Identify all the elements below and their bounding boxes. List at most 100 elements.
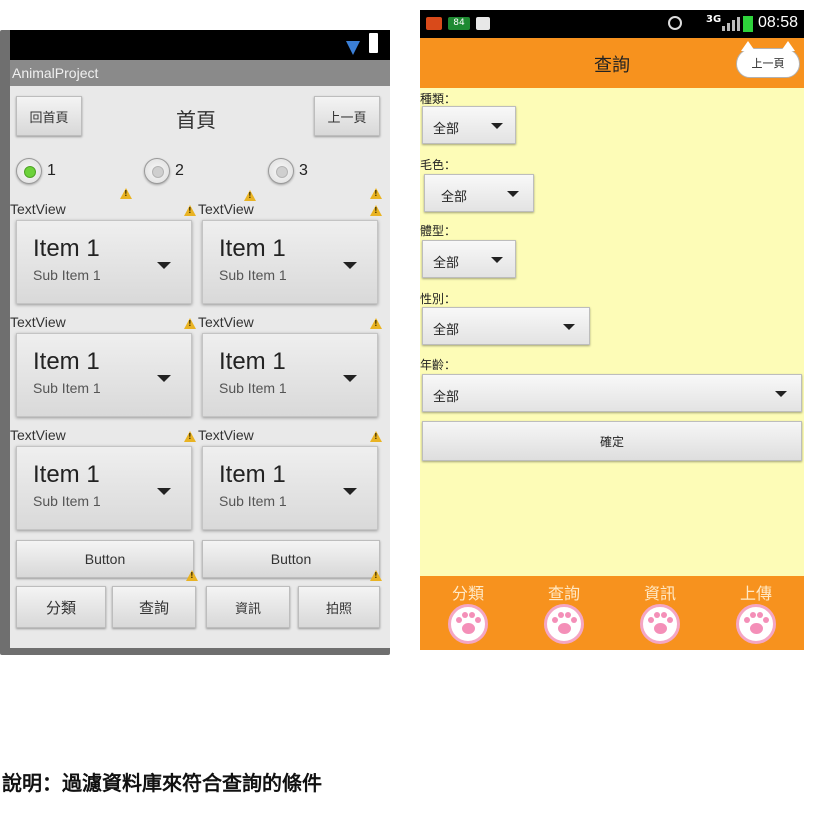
signal-bar — [727, 23, 730, 31]
tab-info[interactable]: 資訊 — [206, 586, 290, 628]
generic-button-right[interactable]: Button — [202, 540, 380, 578]
back-button[interactable]: 上一頁 — [314, 96, 380, 136]
select-value: 全部 — [433, 323, 460, 338]
paw-toe — [763, 617, 769, 623]
bottom-nav: 分類 查詢 資訊 上傳 — [420, 576, 804, 650]
back-button[interactable]: 上一頁 — [736, 41, 800, 78]
select-value: 全部 — [433, 390, 460, 405]
network-type: 3G — [706, 14, 722, 25]
radio-label: 1 — [47, 162, 56, 179]
dropdown-arrow-icon — [507, 191, 519, 197]
paw-pad — [462, 623, 475, 634]
paw-toe — [475, 617, 481, 623]
paw-toe — [462, 612, 468, 618]
spinner-item-text: Item 1 — [33, 348, 100, 375]
textview-label: TextView — [198, 314, 254, 330]
warning-icon — [370, 205, 382, 216]
filter-label-size: 體型： — [420, 224, 457, 238]
spinner-item-text: Item 1 — [219, 461, 286, 488]
dropdown-arrow-icon — [775, 391, 787, 397]
radio-option-1[interactable]: 1 — [16, 158, 56, 184]
generic-button-left[interactable]: Button — [16, 540, 194, 578]
select-value: 全部 — [433, 256, 460, 271]
dropdown-arrow-icon — [563, 324, 575, 330]
spinner-subitem-text: Sub Item 1 — [33, 493, 101, 509]
home-button[interactable]: 回首頁 — [16, 96, 82, 136]
spinner-item-text: Item 1 — [219, 348, 286, 375]
nav-upload[interactable]: 上傳 — [708, 576, 804, 650]
spinner-subitem-text: Sub Item 1 — [219, 380, 287, 396]
select-value: 全部 — [433, 122, 460, 137]
designer-screen: AnimalProject 回首頁 首頁 上一頁 1 2 3 TextView … — [10, 30, 390, 648]
warning-icon — [370, 570, 382, 581]
device-screen-query: 84 3G 08:58 查詢 上一頁 種類： 全部 毛色： 全部 體型： 全部 … — [420, 10, 804, 650]
paw-icon — [544, 604, 584, 644]
warning-icon — [244, 190, 256, 201]
warning-icon — [184, 318, 196, 329]
paw-icon — [640, 604, 680, 644]
warning-icon — [370, 431, 382, 442]
dropdown-arrow-icon — [491, 257, 503, 263]
filter-label-age: 年齡： — [420, 358, 457, 372]
warning-icon — [184, 205, 196, 216]
radio-option-2[interactable]: 2 — [144, 158, 184, 184]
device-status-bar: 84 3G 08:58 — [420, 10, 804, 38]
radio-label: 3 — [299, 162, 308, 179]
dropdown-arrow-icon — [343, 488, 357, 495]
item-spinner[interactable]: Item 1 Sub Item 1 — [16, 333, 192, 417]
spinner-subitem-text: Sub Item 1 — [33, 380, 101, 396]
spinner-subitem-text: Sub Item 1 — [33, 267, 101, 283]
filter-age-select[interactable]: 全部 — [422, 374, 802, 412]
filter-size-select[interactable]: 全部 — [422, 240, 516, 278]
paw-toe — [552, 617, 558, 623]
confirm-button[interactable]: 確定 — [422, 421, 802, 461]
textview-label: TextView — [10, 314, 66, 330]
radio-dot — [276, 166, 288, 178]
filter-label-gender: 性別： — [420, 292, 457, 306]
radio-circle-icon — [144, 158, 170, 184]
item-spinner[interactable]: Item 1 Sub Item 1 — [202, 220, 378, 304]
nav-category[interactable]: 分類 — [420, 576, 516, 650]
textview-label: TextView — [10, 427, 66, 443]
query-header: 查詢 上一頁 — [420, 38, 804, 88]
paw-toe — [750, 612, 756, 618]
radio-dot — [152, 166, 164, 178]
paw-toe — [565, 612, 571, 618]
app-title-bar: AnimalProject — [10, 60, 390, 86]
status-bar — [10, 30, 390, 60]
nav-info[interactable]: 資訊 — [612, 576, 708, 650]
warning-icon — [186, 570, 198, 581]
paw-toe — [648, 617, 654, 623]
item-spinner[interactable]: Item 1 Sub Item 1 — [16, 446, 192, 530]
filter-gender-select[interactable]: 全部 — [422, 307, 590, 345]
filter-color-select[interactable]: 全部 — [424, 174, 534, 212]
dropdown-arrow-icon — [343, 375, 357, 382]
tab-category[interactable]: 分類 — [16, 586, 106, 628]
spinner-subitem-text: Sub Item 1 — [219, 267, 287, 283]
item-spinner[interactable]: Item 1 Sub Item 1 — [202, 446, 378, 530]
item-spinner[interactable]: Item 1 Sub Item 1 — [202, 333, 378, 417]
battery-percent-badge: 84 — [448, 17, 470, 30]
radio-dot-selected — [24, 166, 36, 178]
item-spinner[interactable]: Item 1 Sub Item 1 — [16, 220, 192, 304]
paw-toe — [667, 617, 673, 623]
radio-option-3[interactable]: 3 — [268, 158, 308, 184]
dropdown-arrow-icon — [491, 123, 503, 129]
paw-icon — [736, 604, 776, 644]
tab-search[interactable]: 查詢 — [112, 586, 196, 628]
spinner-item-text: Item 1 — [33, 235, 100, 262]
paw-pad — [750, 623, 763, 634]
notification-icon — [426, 17, 442, 30]
spinner-item-text: Item 1 — [33, 461, 100, 488]
battery-icon — [369, 33, 378, 53]
app-title: AnimalProject — [12, 65, 99, 81]
dropdown-arrow-icon — [157, 375, 171, 382]
page-heading: 首頁 — [176, 108, 216, 132]
paw-toe — [558, 612, 564, 618]
signal-icon — [346, 41, 360, 55]
tab-photo[interactable]: 拍照 — [298, 586, 380, 628]
dropdown-arrow-icon — [157, 262, 171, 269]
paw-toe — [661, 612, 667, 618]
nav-search[interactable]: 查詢 — [516, 576, 612, 650]
filter-species-select[interactable]: 全部 — [422, 106, 516, 144]
